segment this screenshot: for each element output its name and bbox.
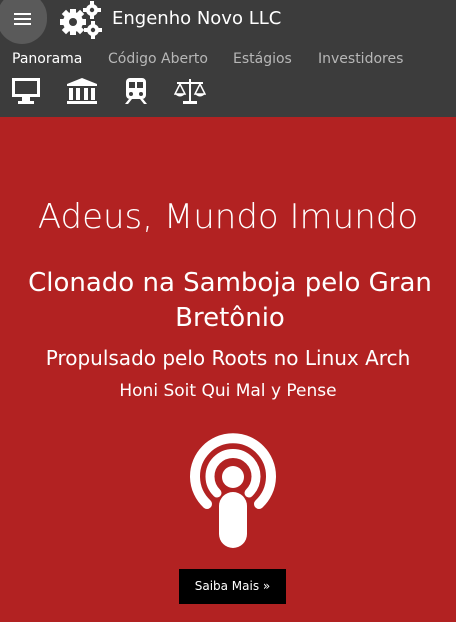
hamburger-icon-bar <box>14 18 31 20</box>
gears-logo-icon <box>60 1 102 39</box>
tab-codigo-aberto[interactable]: Código Aberto <box>108 51 208 67</box>
hero-tagline: Propulsado pelo Roots no Linux Arch <box>45 346 411 370</box>
hero-motto: Honi Soit Qui Mal y Pense <box>119 381 337 401</box>
tab-estagios[interactable]: Estágios <box>233 51 292 67</box>
tab-investidores[interactable]: Investidores <box>318 51 403 67</box>
bank-icon[interactable] <box>66 77 98 105</box>
hamburger-icon-bar <box>14 23 31 25</box>
menu-button[interactable] <box>0 0 47 44</box>
hero-subtitle: Clonado na Samboja pelo Gran Bretônio <box>28 268 432 333</box>
desktop-icon[interactable] <box>11 77 43 105</box>
scales-icon[interactable] <box>174 77 206 105</box>
hero-section: Adeus, Mundo Imundo Clonado na Samboja p… <box>0 117 456 622</box>
train-icon[interactable] <box>121 77 153 105</box>
learn-more-button[interactable]: Saiba Mais » <box>179 569 286 604</box>
podcast-icon <box>190 433 276 548</box>
top-app-bar: Engenho Novo LLC Panorama Código Aberto … <box>0 0 456 117</box>
brand-name[interactable]: Engenho Novo LLC <box>112 8 281 29</box>
tab-panorama[interactable]: Panorama <box>12 51 82 67</box>
hero-title: Adeus, Mundo Imundo <box>37 197 419 237</box>
hamburger-icon-bar <box>14 13 31 15</box>
